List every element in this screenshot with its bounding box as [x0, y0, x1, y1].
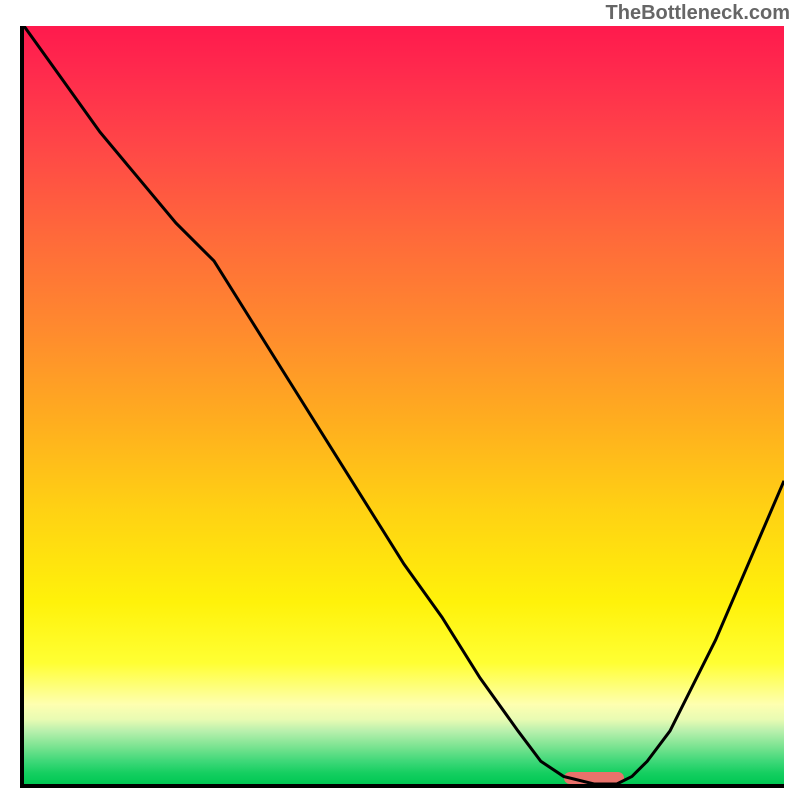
curve-path: [24, 26, 784, 784]
watermark-label: TheBottleneck.com: [606, 2, 790, 25]
plot-area: [20, 26, 784, 788]
bottleneck-curve: [24, 26, 784, 784]
chart-container: TheBottleneck.com: [0, 0, 800, 800]
